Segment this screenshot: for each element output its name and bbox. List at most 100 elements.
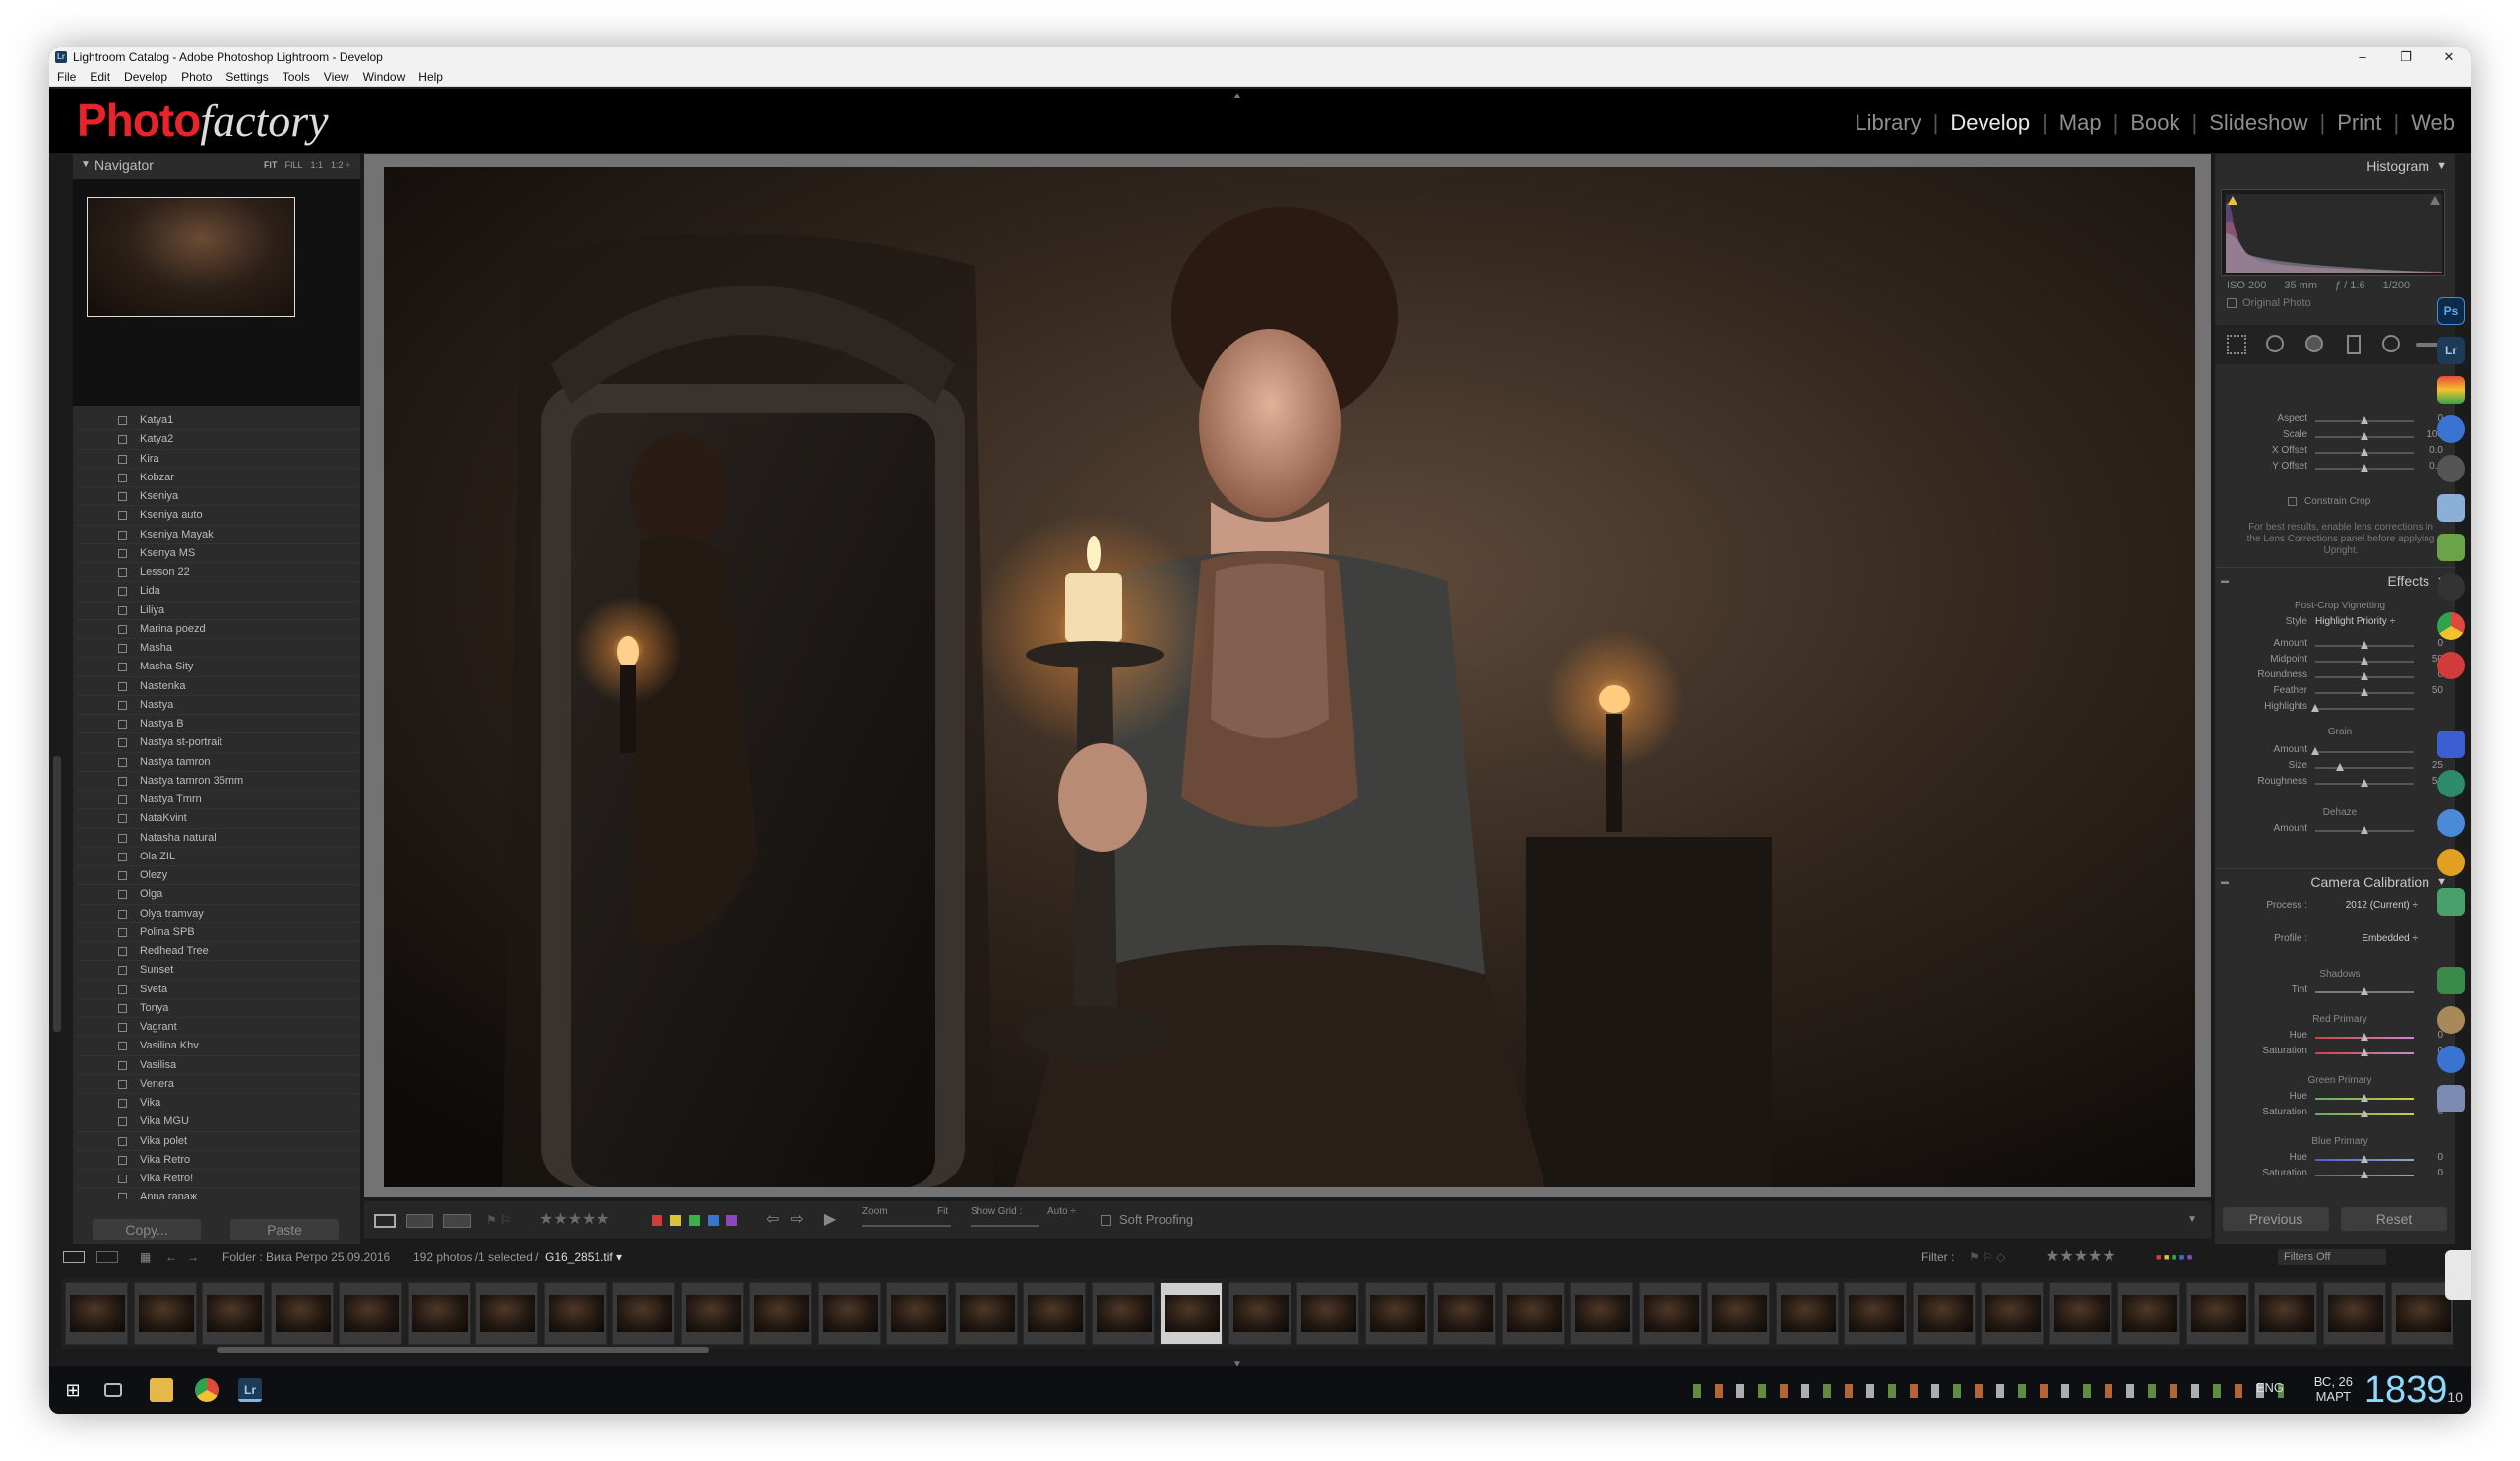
filmstrip-thumbnail[interactable]: [1433, 1282, 1496, 1345]
chrome-dock-icon[interactable]: [2437, 612, 2465, 640]
preset-item[interactable]: Nastya tamron: [77, 753, 360, 772]
filmstrip-thumbnail[interactable]: [339, 1282, 402, 1345]
preset-item[interactable]: Lida: [77, 582, 360, 602]
slider-knob[interactable]: [2361, 1110, 2368, 1117]
filmstrip-thumbnail[interactable]: [543, 1282, 607, 1345]
color-label-swatch[interactable]: [726, 1215, 737, 1227]
preset-item[interactable]: Tonya: [77, 999, 360, 1018]
rating-stars[interactable]: ★★★★★: [539, 1201, 610, 1239]
histogram-header[interactable]: Histogram ▼: [2215, 154, 2455, 179]
preset-item[interactable]: NataKvint: [77, 809, 360, 829]
preset-item[interactable]: Masha: [77, 639, 360, 659]
filmstrip-thumbnail[interactable]: [612, 1282, 675, 1345]
slider-knob[interactable]: [2361, 779, 2368, 787]
close-button[interactable]: ✕: [2427, 47, 2471, 67]
filmstrip-thumbnail[interactable]: [1570, 1282, 1633, 1345]
color-label-swatch[interactable]: [670, 1215, 681, 1227]
slider-knob[interactable]: [2361, 688, 2368, 696]
image-editor-icon[interactable]: [2437, 534, 2465, 561]
color-app-icon[interactable]: [2437, 376, 2465, 404]
red-eye-icon[interactable]: [2305, 335, 2323, 352]
filmstrip-thumbnail[interactable]: [817, 1282, 881, 1345]
effects-header[interactable]: ▬Effects▼: [2215, 567, 2455, 593]
slider-knob[interactable]: [2361, 657, 2368, 665]
slider-knob[interactable]: [2361, 464, 2368, 472]
preset-item[interactable]: Vika Retro!: [77, 1170, 360, 1189]
filter-stars[interactable]: ★★★★★: [2046, 1246, 2116, 1268]
module-print[interactable]: Print: [2337, 110, 2381, 136]
menu-settings[interactable]: Settings: [225, 70, 268, 84]
left-scrollbar[interactable]: [53, 756, 61, 1032]
trash-icon[interactable]: [2437, 1085, 2465, 1112]
task-view-icon[interactable]: [104, 1383, 122, 1397]
navigator-thumbnail[interactable]: [87, 197, 295, 317]
back-icon[interactable]: ←: [165, 1246, 177, 1268]
preset-item[interactable]: Natasha natural: [77, 829, 360, 848]
filter-color-dots[interactable]: ■ ■ ■ ■ ■: [2156, 1246, 2192, 1268]
preset-item[interactable]: Katya2: [77, 430, 360, 450]
before-after-split-icon[interactable]: [443, 1213, 471, 1228]
photoshop-icon[interactable]: Ps: [2437, 297, 2465, 325]
preset-item[interactable]: Kseniya auto: [77, 506, 360, 526]
preset-item[interactable]: Venera: [77, 1075, 360, 1094]
preset-item[interactable]: Katya1: [77, 412, 360, 431]
slider-knob[interactable]: [2311, 747, 2319, 755]
highlight-clipping-icon[interactable]: [2430, 196, 2440, 205]
soft-proofing-checkbox[interactable]: [1101, 1215, 1111, 1227]
menu-photo[interactable]: Photo: [181, 70, 212, 84]
dock-handle[interactable]: [2445, 1250, 2471, 1300]
menu-window[interactable]: Window: [363, 70, 406, 84]
filmstrip-thumbnail[interactable]: [202, 1282, 265, 1345]
preset-item[interactable]: Kseniya: [77, 487, 360, 507]
preset-item[interactable]: Redhead Tree: [77, 942, 360, 962]
preset-item[interactable]: Kira: [77, 450, 360, 469]
next-photo-icon[interactable]: ⇨: [790, 1211, 803, 1228]
preset-item[interactable]: Kseniya Mayak: [77, 526, 360, 544]
slider-knob[interactable]: [2311, 704, 2319, 712]
filter-flag-icons[interactable]: ⚑ ⚐ ◇: [1969, 1246, 2005, 1268]
preset-item[interactable]: Vasilina Khv: [77, 1037, 360, 1056]
menu-tools[interactable]: Tools: [283, 70, 310, 84]
filmstrip-thumbnail[interactable]: [1364, 1282, 1428, 1345]
minimize-button[interactable]: –: [2341, 47, 2384, 67]
zoom-fit[interactable]: FIT: [264, 160, 278, 170]
filmstrip-thumbnail[interactable]: [1501, 1282, 1565, 1345]
camera-calibration-header[interactable]: ▬ Camera Calibration ▼: [2215, 868, 2455, 894]
module-book[interactable]: Book: [2130, 110, 2179, 136]
forward-icon[interactable]: →: [187, 1246, 199, 1268]
preset-item[interactable]: Olya tramvay: [77, 905, 360, 923]
filmstrip-scrollbar[interactable]: [217, 1347, 709, 1353]
preset-item[interactable]: Vika Retro: [77, 1151, 360, 1170]
preset-item[interactable]: Vasilisa: [77, 1056, 360, 1075]
spot-removal-icon[interactable]: [2266, 335, 2284, 352]
preset-item[interactable]: Liliya: [77, 602, 360, 620]
second-window-icon[interactable]: [96, 1251, 118, 1263]
filmstrip-thumbnail[interactable]: [954, 1282, 1018, 1345]
slider-knob[interactable]: [2361, 672, 2368, 680]
lightroom-dock-icon[interactable]: Lr: [2437, 337, 2465, 364]
shield-icon[interactable]: [2437, 888, 2465, 916]
globe-icon[interactable]: [2437, 415, 2465, 443]
module-map[interactable]: Map: [2059, 110, 2102, 136]
slider-knob[interactable]: [2361, 1033, 2368, 1041]
grid-value[interactable]: Auto ÷: [1047, 1193, 1076, 1231]
module-develop[interactable]: Develop: [1950, 110, 2030, 136]
slider-knob[interactable]: [2361, 1155, 2368, 1163]
filmstrip-thumbnail[interactable]: [1091, 1282, 1155, 1345]
filmstrip-thumbnail[interactable]: [1912, 1282, 1976, 1345]
slider-knob[interactable]: [2361, 432, 2368, 440]
preset-item[interactable]: Kobzar: [77, 469, 360, 487]
filmstrip-thumbnail[interactable]: [1296, 1282, 1359, 1345]
preset-item[interactable]: Vika: [77, 1094, 360, 1113]
slider-knob[interactable]: [2361, 641, 2368, 649]
filmstrip-thumbnail[interactable]: [407, 1282, 471, 1345]
module-library[interactable]: Library: [1855, 110, 1921, 136]
chrome-icon[interactable]: [195, 1378, 219, 1402]
filmstrip-thumbnail-selected[interactable]: [1160, 1282, 1223, 1345]
browser-icon[interactable]: [2437, 809, 2465, 837]
system-tray-icons[interactable]: [1693, 1384, 2284, 1398]
slider-value[interactable]: 0: [2437, 1152, 2443, 1163]
slider-track[interactable]: [2315, 767, 2414, 769]
slider-knob[interactable]: [2361, 1171, 2368, 1178]
preset-item[interactable]: Olezy: [77, 866, 360, 886]
